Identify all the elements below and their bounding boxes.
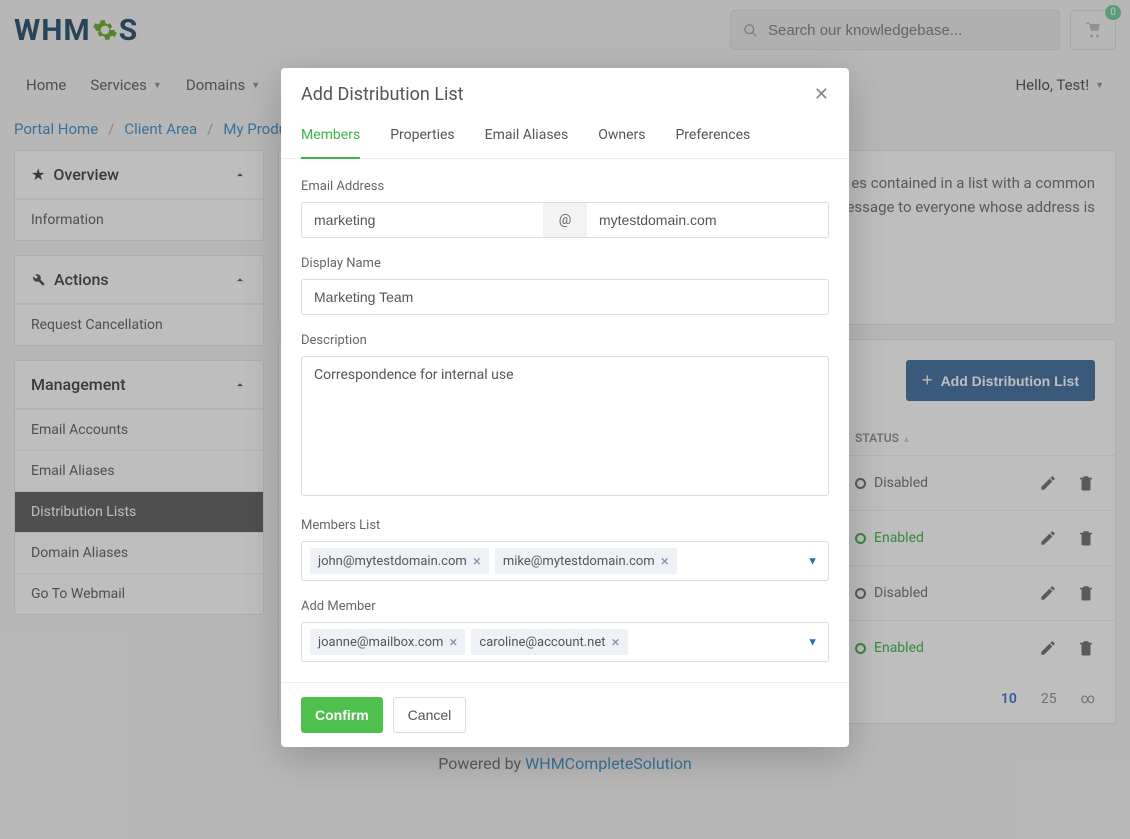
tab-members[interactable]: Members	[301, 117, 360, 159]
tag-remove-icon[interactable]: ×	[661, 552, 669, 570]
chevron-down-icon: ▼	[807, 555, 818, 568]
at-separator: @	[543, 202, 587, 238]
label-members-list: Members List	[301, 518, 829, 533]
tag-label: joanne@mailbox.com	[318, 635, 443, 650]
tab-properties[interactable]: Properties	[390, 117, 454, 158]
tag-remove-icon[interactable]: ×	[612, 633, 620, 651]
tag-remove-icon[interactable]: ×	[449, 633, 457, 651]
modal-title: Add Distribution List	[301, 84, 464, 105]
email-domain-input[interactable]	[587, 202, 829, 238]
tag-label: mike@mytestdomain.com	[503, 554, 655, 569]
cancel-button[interactable]: Cancel	[393, 697, 467, 733]
label-email: Email Address	[301, 179, 829, 194]
label-display-name: Display Name	[301, 256, 829, 271]
chevron-down-icon: ▼	[807, 636, 818, 649]
email-local-input[interactable]	[301, 202, 543, 238]
close-icon[interactable]: ✕	[814, 84, 829, 105]
modal-overlay: Add Distribution List ✕ Members Properti…	[0, 0, 1130, 839]
label-description: Description	[301, 333, 829, 348]
display-name-input[interactable]	[301, 279, 829, 315]
tag-item: john@mytestdomain.com ×	[310, 548, 489, 574]
tag-label: john@mytestdomain.com	[318, 554, 467, 569]
tag-remove-icon[interactable]: ×	[473, 552, 481, 570]
tag-item: joanne@mailbox.com ×	[310, 629, 465, 655]
members-list-select[interactable]: john@mytestdomain.com×mike@mytestdomain.…	[301, 541, 829, 581]
label-add-member: Add Member	[301, 599, 829, 614]
tag-item: mike@mytestdomain.com ×	[495, 548, 677, 574]
tag-item: caroline@account.net ×	[471, 629, 627, 655]
add-distribution-list-modal: Add Distribution List ✕ Members Properti…	[281, 68, 849, 747]
description-textarea[interactable]	[301, 356, 829, 496]
add-member-select[interactable]: joanne@mailbox.com × caroline@account.net ×…	[301, 622, 829, 662]
modal-tabs: Members Properties Email Aliases Owners …	[281, 117, 849, 159]
tab-email-aliases[interactable]: Email Aliases	[485, 117, 569, 158]
tag-label: caroline@account.net	[479, 635, 605, 650]
confirm-button[interactable]: Confirm	[301, 697, 383, 733]
tab-preferences[interactable]: Preferences	[675, 117, 750, 158]
tab-owners[interactable]: Owners	[598, 117, 645, 158]
